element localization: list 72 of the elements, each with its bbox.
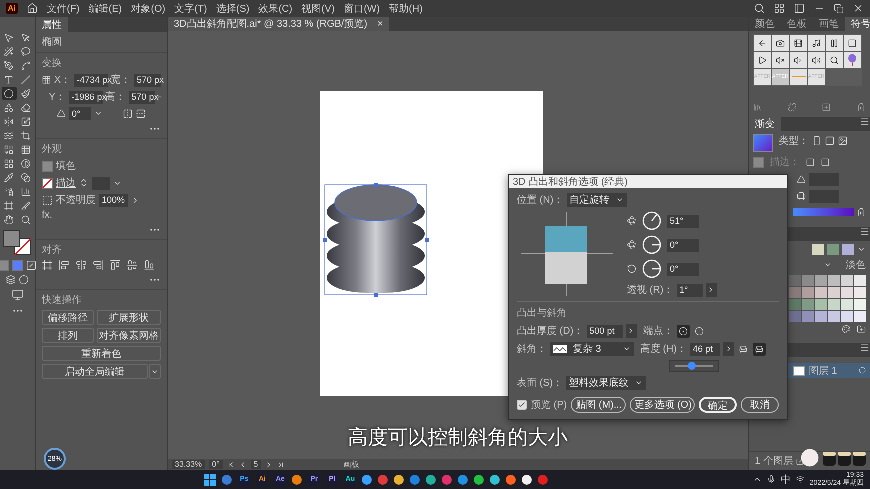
- perspective-label: 透视 (R)：: [627, 284, 674, 297]
- dialog-button[interactable]: 确定: [699, 397, 737, 413]
- menu-item[interactable]: 选择(S): [216, 2, 250, 16]
- fill-label: 填色: [56, 160, 76, 173]
- panel-tab[interactable]: 画笔: [813, 17, 845, 31]
- document-tab[interactable]: 3D凸出斜角配图.ai* @ 33.33 % (RGB/预览) ×: [168, 17, 390, 31]
- menu-item[interactable]: 帮助(H): [389, 2, 423, 16]
- opacity-label: 不透明度: [56, 194, 96, 207]
- stroke-link[interactable]: 描边: [56, 176, 76, 190]
- input-method[interactable]: 中: [780, 472, 791, 486]
- x-label: X：: [54, 74, 71, 87]
- angle-field[interactable]: 0°: [69, 107, 91, 120]
- layer-name: 图层 1: [809, 364, 838, 378]
- app-logo[interactable]: Ai: [6, 3, 18, 14]
- section-title: 凸出与斜角: [517, 306, 568, 320]
- section-title: 快速操作: [42, 294, 83, 307]
- menu-item[interactable]: 对象(O): [131, 2, 166, 16]
- action-button[interactable]: 对齐像素网格: [97, 328, 161, 343]
- action-button[interactable]: 排列: [42, 328, 94, 343]
- close-tab-button[interactable]: ×: [378, 18, 384, 30]
- height-label: 高度 (H)：: [640, 342, 688, 356]
- action-button[interactable]: 重新着色: [42, 346, 161, 361]
- bevel-select[interactable]: 复杂 3: [550, 342, 634, 356]
- rotation-field[interactable]: 51°: [667, 214, 699, 228]
- panel-tab[interactable]: 颜色: [749, 17, 781, 31]
- position-select[interactable]: 自定旋转: [566, 193, 627, 207]
- action-button[interactable]: 扩展形状: [97, 310, 161, 325]
- surface-select[interactable]: 塑料效果底纹: [566, 376, 646, 390]
- action-button[interactable]: 启动全局编辑: [42, 364, 148, 379]
- height-label: 高：: [106, 90, 126, 104]
- height-field[interactable]: 46 pt: [690, 342, 720, 356]
- cap-label: 端点：: [644, 324, 674, 338]
- menu-item[interactable]: 效果(C): [258, 2, 293, 16]
- panel-tab[interactable]: 属性: [36, 17, 68, 32]
- depth-label: 凸出厚度 (D)：: [517, 324, 584, 338]
- menu-item[interactable]: 编辑(E): [88, 2, 122, 16]
- depth-field[interactable]: 500 pt: [586, 324, 623, 338]
- group-label: 淡色: [846, 259, 866, 272]
- perspective-field[interactable]: 1°: [676, 284, 703, 296]
- document-title: 3D凸出斜角配图.ai* @ 33.33 % (RGB/预览): [174, 18, 368, 31]
- object-type: 椭圆: [42, 36, 63, 49]
- section-title: 对齐: [42, 244, 63, 257]
- dialog-button[interactable]: 贴图 (M)...: [571, 397, 626, 413]
- y-label: Y：: [49, 91, 66, 104]
- rotation-field[interactable]: 0°: [667, 238, 699, 252]
- action-button[interactable]: 偏移路径: [42, 310, 94, 325]
- type-label: 类型：: [779, 134, 809, 148]
- rotation-field[interactable]: 0°: [667, 262, 699, 276]
- dialog-button[interactable]: 更多选项 (O): [630, 397, 695, 413]
- zoom-field[interactable]: 33.33%: [172, 460, 206, 469]
- position-label: 位置 (N)：: [517, 194, 564, 207]
- panel-tab[interactable]: 色板: [781, 17, 813, 31]
- section-title: 变换: [42, 56, 63, 70]
- surface-label: 表面 (S)：: [517, 376, 564, 390]
- layer-count: 1 个图层: [755, 455, 794, 468]
- width-label: 宽：: [111, 74, 131, 87]
- section-title: 外观: [42, 143, 63, 156]
- rotation-field[interactable]: 0°: [209, 460, 223, 469]
- bevel-label: 斜角：: [517, 342, 547, 356]
- menu-item[interactable]: 窗口(W): [344, 2, 380, 16]
- dialog-button[interactable]: 取消: [741, 397, 779, 413]
- status-mode: 画板: [343, 459, 360, 470]
- subtitle: 高度可以控制斜角的大小: [348, 427, 568, 449]
- opacity-field[interactable]: 100%: [99, 194, 128, 206]
- fx-button[interactable]: fx.: [42, 210, 161, 221]
- panel-tab[interactable]: 渐变: [749, 117, 781, 131]
- dialog-title: 3D 凸出和斜角选项 (经典): [513, 176, 628, 188]
- menu-item[interactable]: 文字(T): [174, 2, 208, 16]
- artboard-field[interactable]: 5: [250, 460, 262, 469]
- preview-label: 预览 (P): [531, 399, 568, 412]
- menu-item[interactable]: 视图(V): [302, 2, 335, 16]
- menu-item[interactable]: 文件(F): [47, 2, 80, 16]
